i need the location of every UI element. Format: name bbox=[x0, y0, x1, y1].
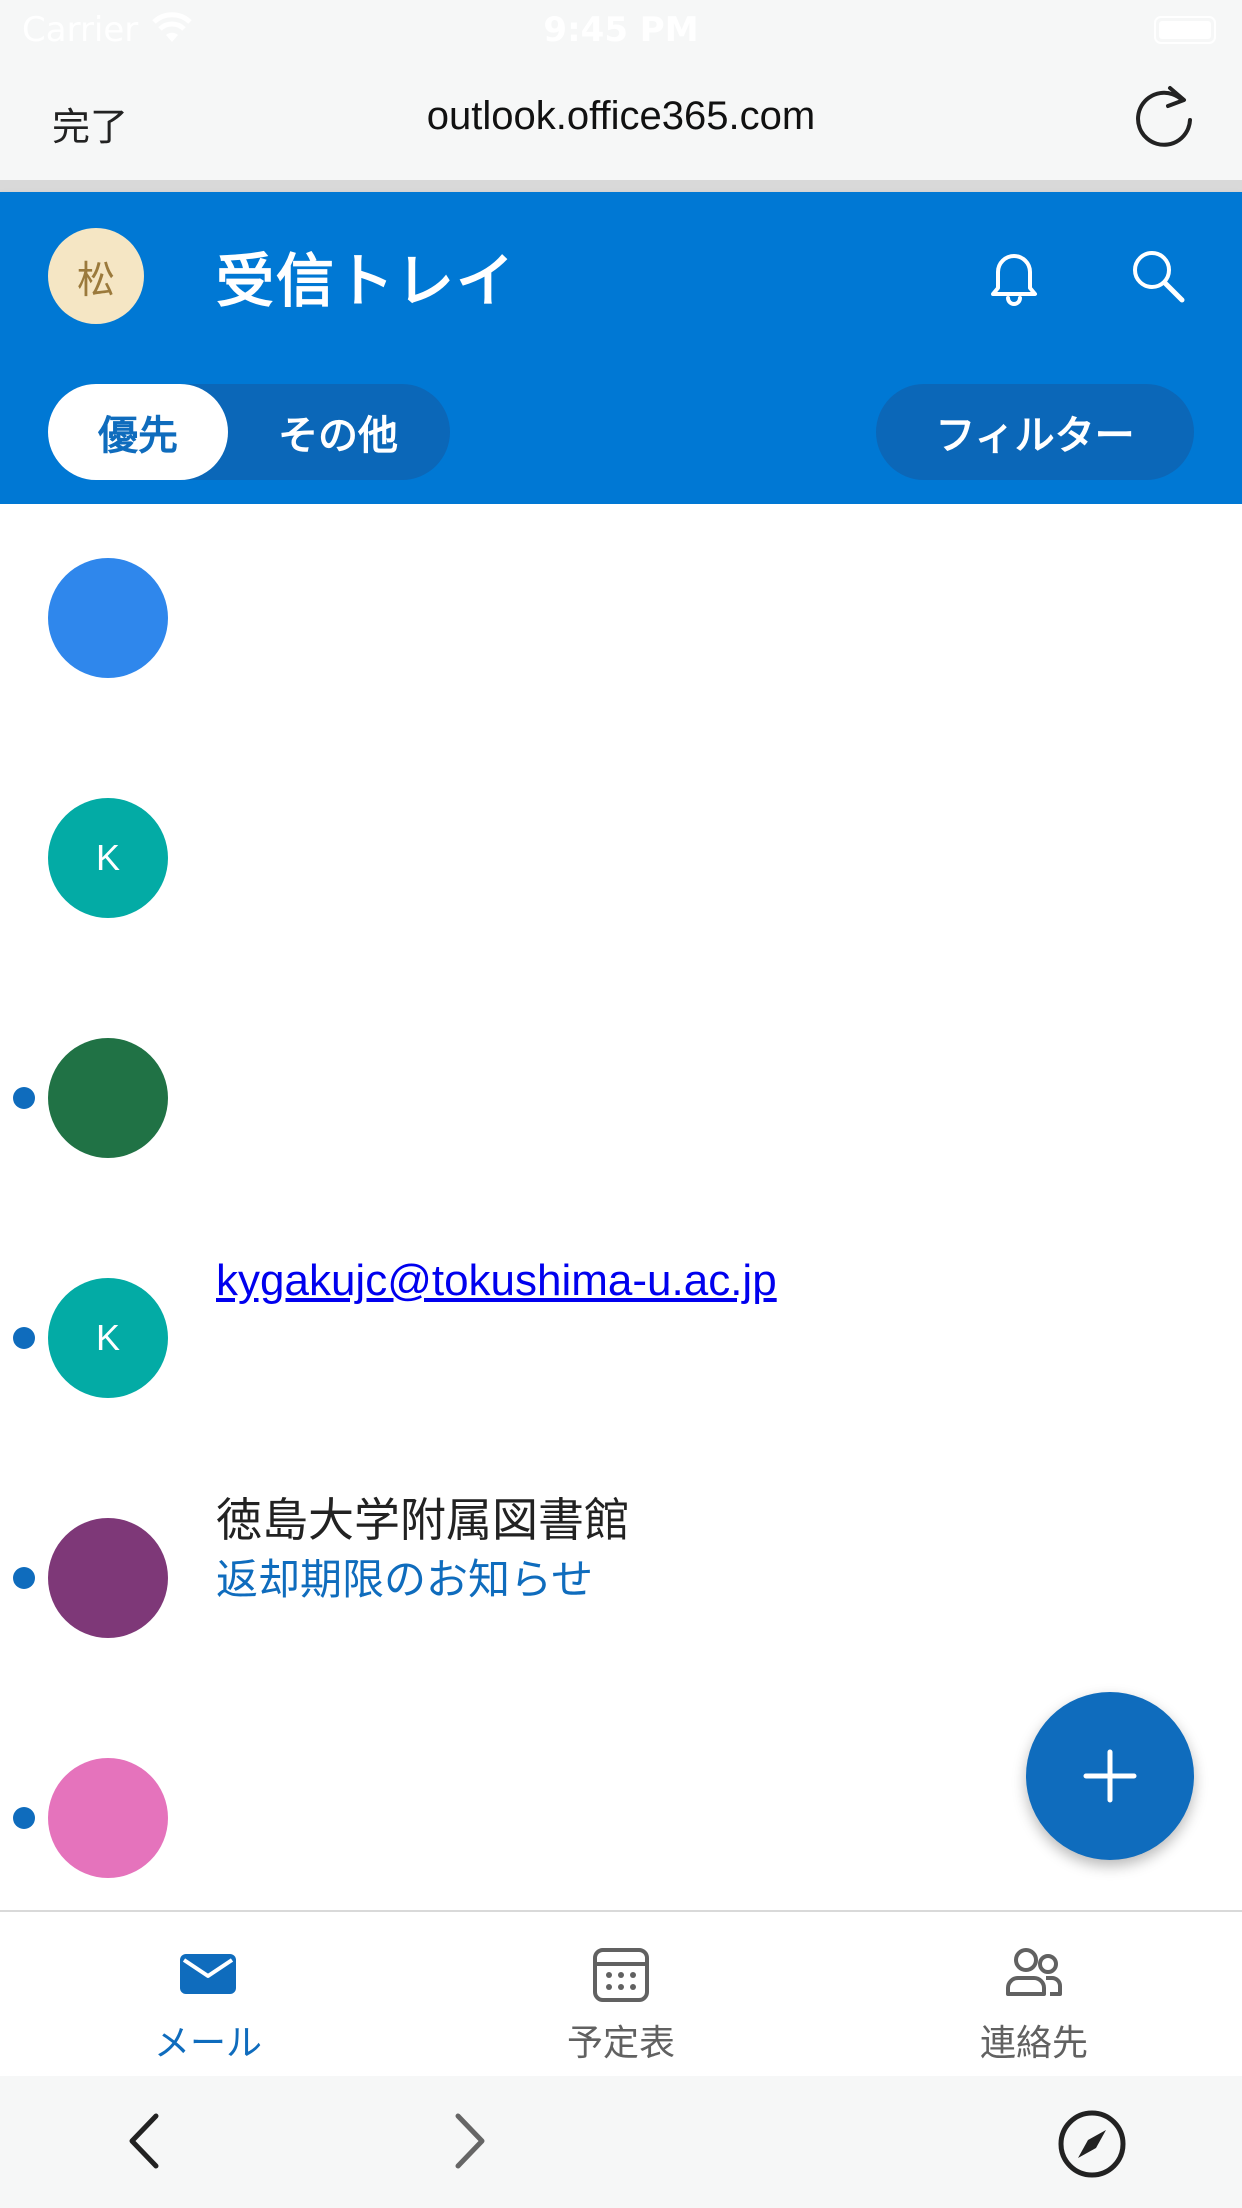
message-row[interactable] bbox=[0, 504, 1242, 744]
page-title: 受信トレイ bbox=[216, 247, 517, 315]
status-bar: Carrier 9:45 PM bbox=[0, 0, 1242, 62]
people-icon bbox=[1002, 1942, 1066, 2006]
tab-label: 連絡先 bbox=[979, 2023, 1088, 2064]
browser-header: 完了 outlook.office365.com bbox=[0, 62, 1242, 180]
forward-icon[interactable] bbox=[432, 2106, 502, 2176]
unread-dot bbox=[13, 1327, 35, 1349]
compose-button[interactable] bbox=[1026, 1692, 1194, 1860]
tab-mail[interactable]: メール bbox=[88, 1912, 328, 2078]
account-avatar[interactable]: 松 bbox=[48, 228, 144, 324]
tab-bar: メール 予定表 連絡先 bbox=[0, 1910, 1242, 2076]
message-list: K K kygakujc@tokushima-u.ac.jp 徳島大学附属図書館… bbox=[0, 504, 1242, 1910]
mail-icon bbox=[176, 1942, 240, 2006]
sender-avatar bbox=[48, 1518, 168, 1638]
tab-other[interactable]: その他 bbox=[238, 384, 438, 480]
status-time: 9:45 PM bbox=[543, 10, 699, 50]
browser-toolbar bbox=[0, 2076, 1242, 2208]
tab-label: メール bbox=[153, 2023, 262, 2064]
url-label: outlook.office365.com bbox=[426, 94, 816, 138]
back-icon[interactable] bbox=[112, 2106, 182, 2176]
header-divider bbox=[0, 180, 1242, 192]
reload-icon[interactable] bbox=[1124, 78, 1204, 158]
tab-label: 予定表 bbox=[566, 2023, 675, 2064]
sender-avatar bbox=[48, 1758, 168, 1878]
message-row[interactable]: K bbox=[0, 744, 1242, 984]
sender-name: 徳島大学附属図書館 bbox=[216, 1493, 630, 1547]
sender-avatar bbox=[48, 558, 168, 678]
app-bar: 松 受信トレイ 優先 その他 フィルター bbox=[0, 192, 1242, 504]
filter-button[interactable]: フィルター bbox=[876, 384, 1194, 480]
bell-icon[interactable] bbox=[982, 244, 1046, 308]
message-row[interactable]: 徳島大学附属図書館 返却期限のお知らせ bbox=[0, 1464, 1242, 1704]
unread-dot bbox=[13, 1087, 35, 1109]
sender-email-link[interactable]: kygakujc@tokushima-u.ac.jp bbox=[216, 1256, 777, 1306]
sender-avatar: K bbox=[48, 1278, 168, 1398]
message-subject: 返却期限のお知らせ bbox=[216, 1555, 594, 1604]
unread-dot bbox=[13, 1567, 35, 1589]
tab-focused[interactable]: 優先 bbox=[48, 384, 228, 480]
calendar-icon bbox=[589, 1942, 653, 2006]
sender-avatar: K bbox=[48, 798, 168, 918]
battery-icon bbox=[1154, 16, 1216, 44]
plus-icon bbox=[1083, 1749, 1137, 1803]
unread-dot bbox=[13, 1807, 35, 1829]
sender-avatar bbox=[48, 1038, 168, 1158]
search-icon[interactable] bbox=[1126, 244, 1190, 308]
tab-calendar[interactable]: 予定表 bbox=[501, 1912, 741, 2078]
message-row[interactable]: K kygakujc@tokushima-u.ac.jp bbox=[0, 1224, 1242, 1464]
inbox-segment: 優先 その他 bbox=[48, 384, 450, 480]
message-row[interactable] bbox=[0, 984, 1242, 1224]
tab-people[interactable]: 連絡先 bbox=[914, 1912, 1154, 2078]
compass-icon[interactable] bbox=[1054, 2106, 1130, 2182]
